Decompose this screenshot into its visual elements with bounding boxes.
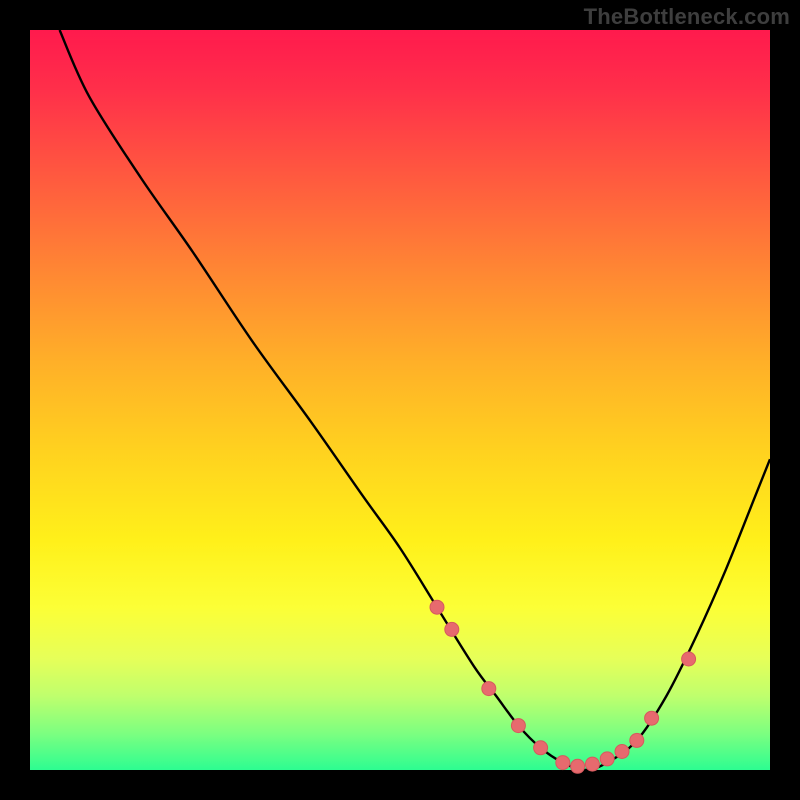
- chart-stage: TheBottleneck.com: [0, 0, 800, 800]
- marker-point: [445, 622, 459, 636]
- marker-point: [571, 759, 585, 773]
- marker-point: [630, 733, 644, 747]
- marker-point: [645, 711, 659, 725]
- marker-point: [615, 745, 629, 759]
- bottleneck-curve: [60, 30, 770, 770]
- marker-point: [511, 719, 525, 733]
- marker-point: [556, 756, 570, 770]
- marker-point: [482, 682, 496, 696]
- curve-svg: [30, 30, 770, 770]
- marker-point: [534, 741, 548, 755]
- marker-group: [430, 600, 696, 773]
- marker-point: [430, 600, 444, 614]
- marker-point: [600, 752, 614, 766]
- marker-point: [682, 652, 696, 666]
- plot-gradient-area: [30, 30, 770, 770]
- marker-point: [585, 757, 599, 771]
- watermark-text: TheBottleneck.com: [584, 4, 790, 30]
